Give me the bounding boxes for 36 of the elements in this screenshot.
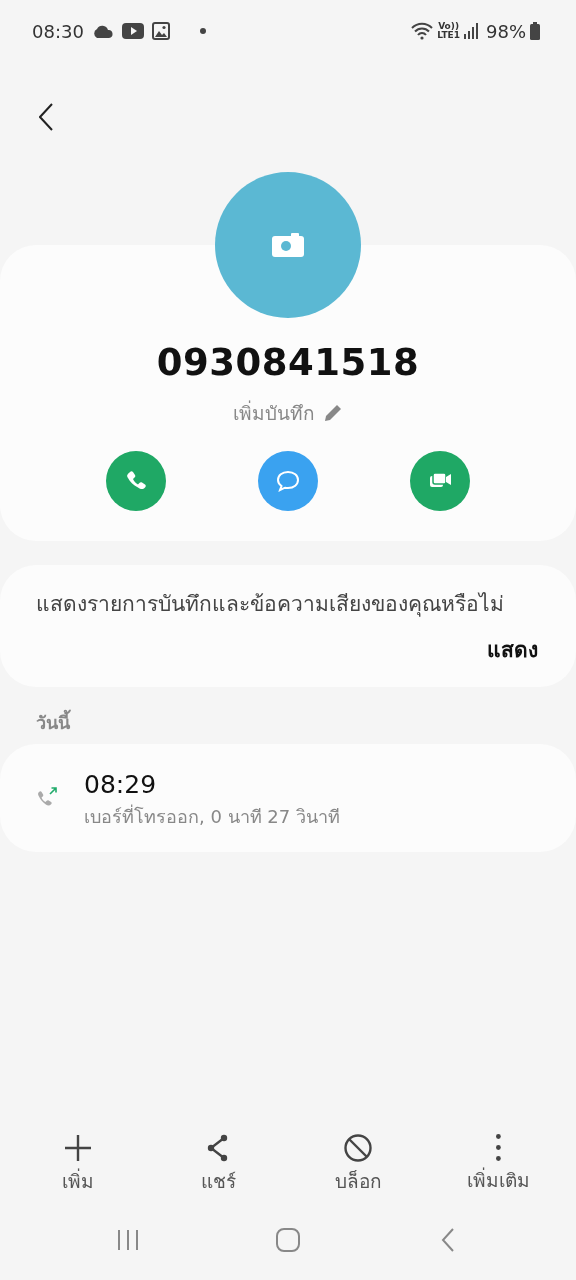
wifi-icon: [411, 22, 434, 40]
network-label: LTE1: [437, 31, 460, 40]
section-header: วันนี้: [35, 708, 72, 735]
add-button[interactable]: เพิ่ม: [8, 1132, 148, 1197]
cloud-icon: [91, 24, 114, 38]
chat-bubble-icon: [275, 468, 301, 494]
message-button[interactable]: [258, 451, 318, 511]
signal-icon: [464, 23, 478, 39]
call-button[interactable]: [106, 451, 166, 511]
call-time: 08:29: [84, 768, 158, 801]
notification-dot-icon: [199, 28, 206, 34]
add-icon: [63, 1133, 93, 1163]
block-icon: [343, 1133, 373, 1163]
back-icon: [441, 1227, 455, 1252]
call-detail: เบอร์ที่โทรออก, 0 นาที 27 วินาที: [84, 803, 340, 830]
image-icon: [151, 22, 170, 40]
video-call-button[interactable]: [410, 451, 470, 511]
prompt-text: แสดงรายการบันทึกและข้อความเสียงของคุณหรือไม่: [36, 591, 505, 619]
more-icon: [495, 1133, 501, 1162]
play-icon: [121, 23, 144, 39]
show-button[interactable]: แสดง: [487, 635, 538, 667]
clock-text: 08:30: [32, 19, 84, 44]
battery-icon: [530, 22, 540, 40]
pencil-icon: [323, 402, 343, 423]
share-button[interactable]: แชร์: [148, 1132, 288, 1197]
block-button[interactable]: บล็อก: [288, 1132, 428, 1197]
volte-label: Vo)): [438, 22, 460, 31]
phone-number: 0930841518: [155, 340, 421, 386]
more-button[interactable]: เพิ่มเติม: [428, 1132, 568, 1197]
home-icon: [276, 1227, 300, 1252]
add-note-button[interactable]: เพิ่มบันทึก: [233, 398, 343, 427]
recents-icon: [116, 1227, 140, 1252]
camera-icon: [272, 233, 304, 257]
back-icon: [39, 103, 53, 131]
battery-level-text: 98%: [486, 19, 526, 44]
call-log-item[interactable]: 08:29 เบอร์ที่โทรออก, 0 นาที 27 วินาที: [0, 743, 576, 853]
